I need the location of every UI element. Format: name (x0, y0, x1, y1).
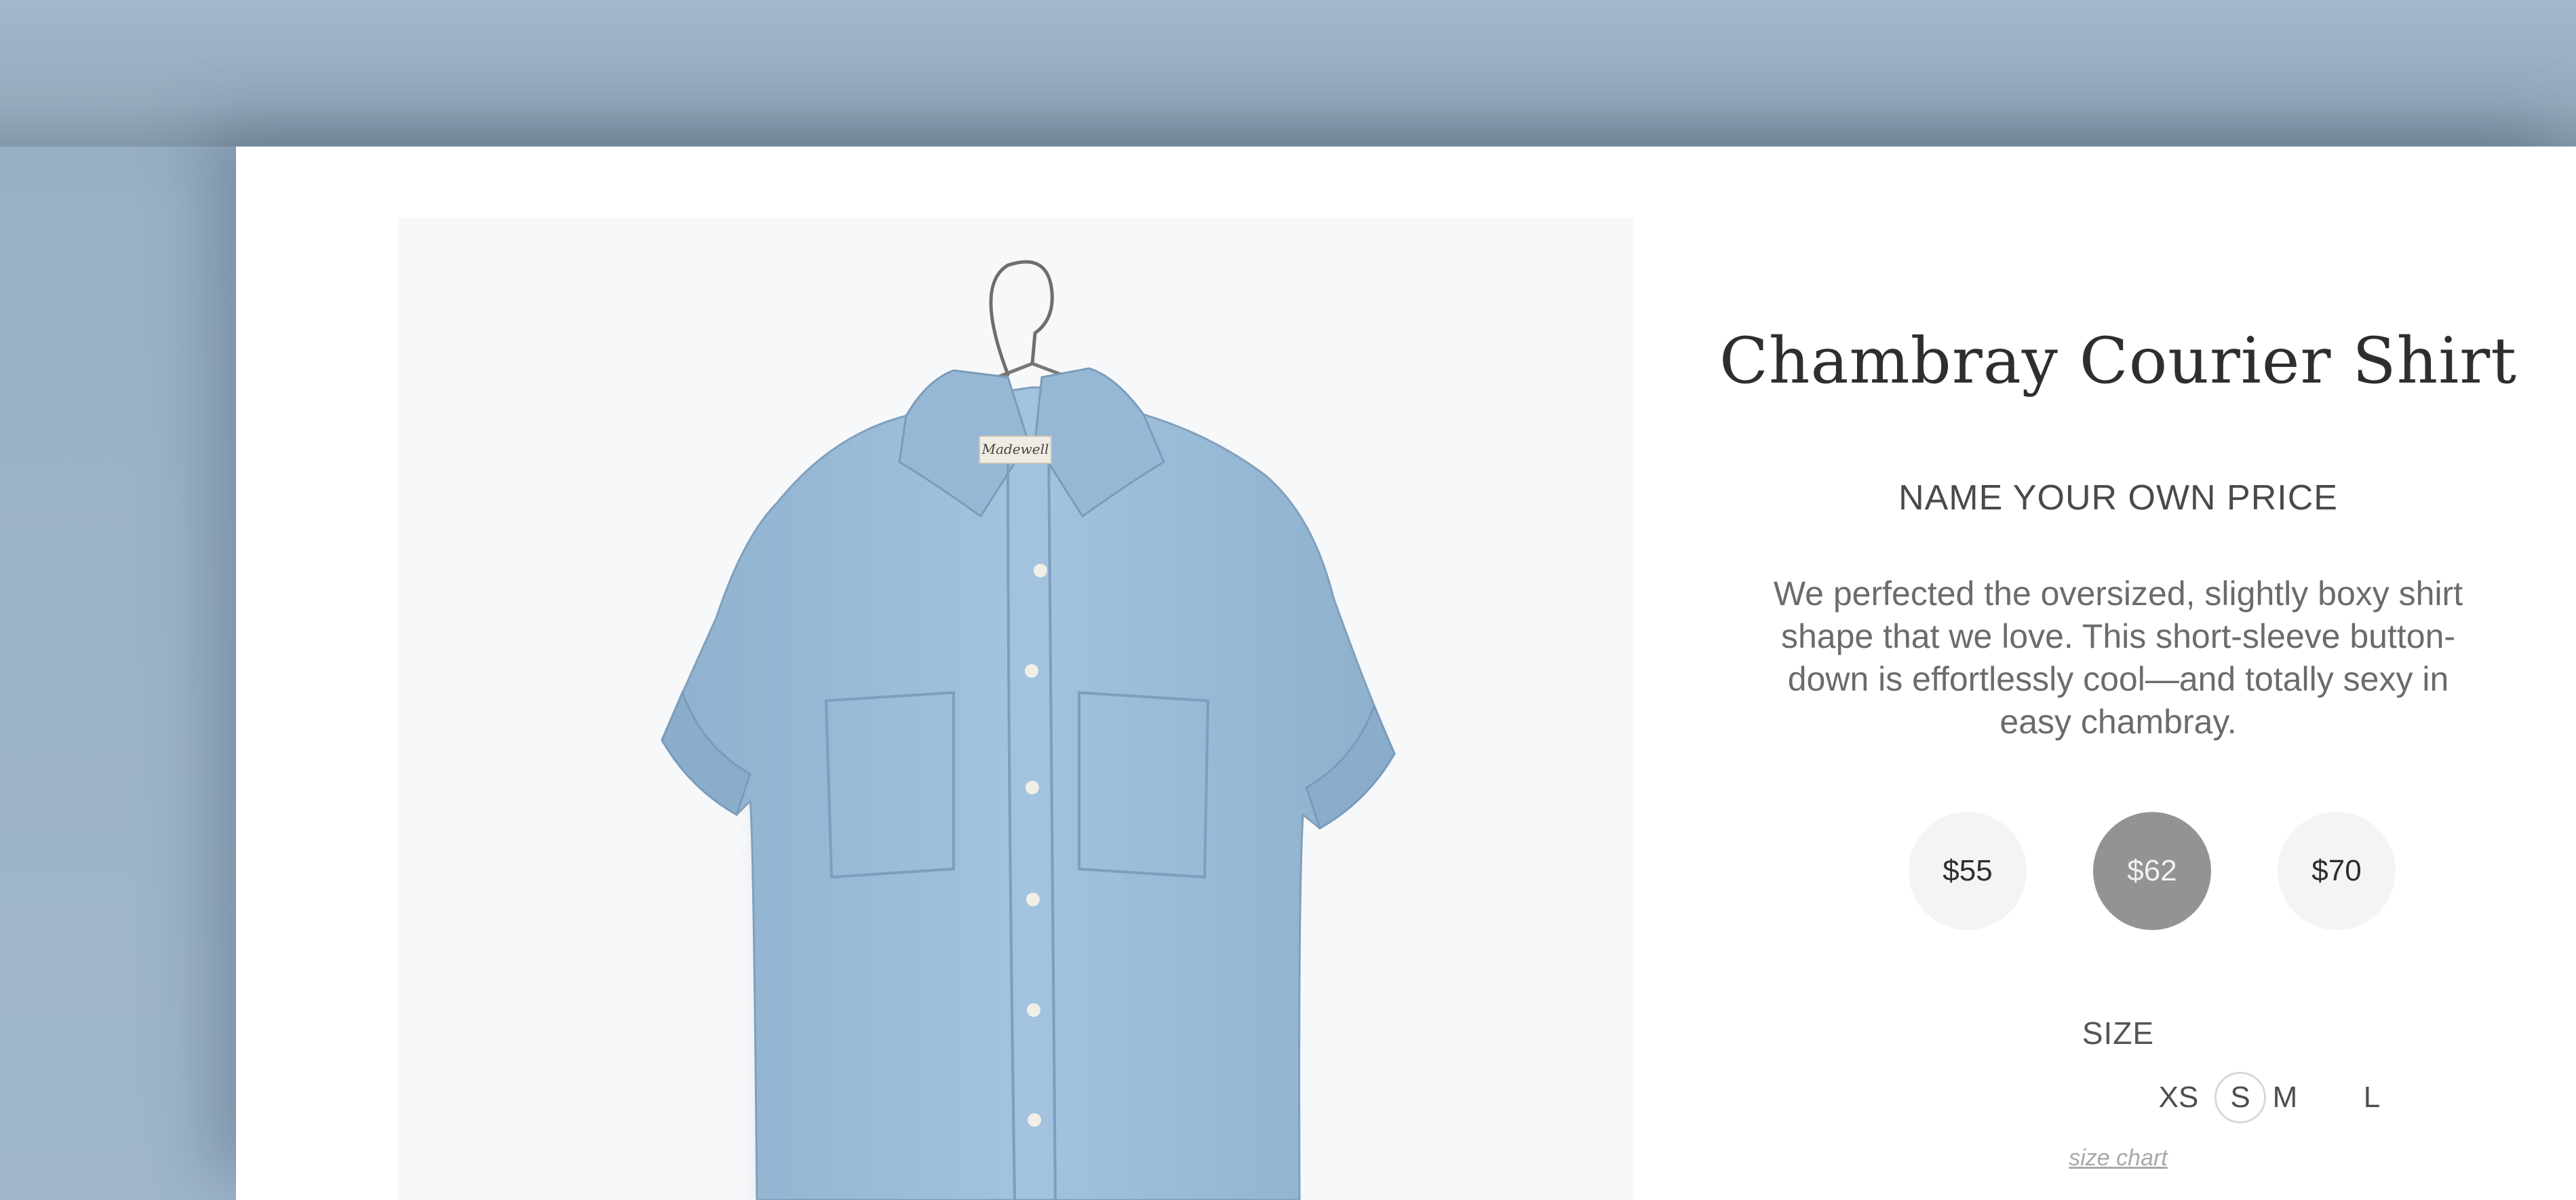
size-options: XS S M L (1660, 1072, 2576, 1123)
size-option-l[interactable]: L (2346, 1072, 2398, 1123)
price-option-62[interactable]: $62 (2093, 812, 2211, 930)
product-title: Chambray Courier Shirt (1719, 324, 2517, 398)
size-chart-link[interactable]: size chart (2069, 1145, 2168, 1171)
shirt-illustration: Madewell (661, 260, 1396, 1200)
size-label: SIZE (2082, 1015, 2155, 1051)
size-option-xs[interactable]: XS (2153, 1072, 2204, 1123)
page-background (0, 0, 2576, 147)
product-card: Madewell Chambray Courier Shirt NAME YOU… (236, 147, 2576, 1200)
price-option-70[interactable]: $70 (2278, 812, 2396, 930)
price-options: $55 $62 $70 (1660, 812, 2576, 931)
size-option-s[interactable]: S (2214, 1072, 2266, 1123)
size-chart: size chart (1660, 1145, 2576, 1172)
price-option-55[interactable]: $55 (1909, 812, 2027, 930)
product-description: We perfected the oversized, slightly box… (1773, 575, 2463, 741)
product-details: Chambray Courier Shirt NAME YOUR OWN PRI… (1660, 147, 2576, 1200)
product-image: Madewell (397, 218, 1633, 1200)
size-option-m[interactable]: M (2259, 1072, 2311, 1123)
pricing-subtitle: NAME YOUR OWN PRICE (1898, 478, 2338, 518)
brand-tag-label: Madewell (981, 441, 1049, 457)
